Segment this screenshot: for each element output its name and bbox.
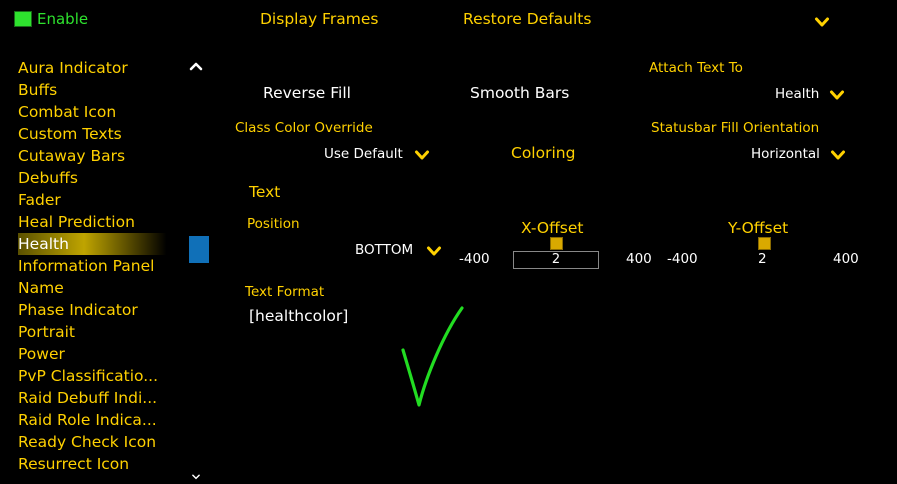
chevron-down-icon[interactable]	[830, 147, 846, 163]
sidebar-item-pvp-classification[interactable]: PvP Classificatio...	[18, 365, 213, 387]
class-color-override-dropdown[interactable]: Use Default	[324, 146, 403, 162]
text-format-label: Text Format	[245, 284, 325, 300]
x-offset-slider-thumb[interactable]	[550, 237, 563, 250]
text-section-heading: Text	[249, 183, 281, 201]
sidebar-item-aura-indicator[interactable]: Aura Indicator	[18, 57, 213, 79]
sidebar-item-heal-prediction[interactable]: Heal Prediction	[18, 211, 213, 233]
chevron-down-icon[interactable]	[426, 243, 442, 259]
text-format-input[interactable]: [healthcolor]	[249, 307, 348, 325]
sidebar-list: Aura Indicator Buffs Combat Icon Custom …	[18, 57, 213, 475]
x-offset-input[interactable]: 2	[513, 251, 599, 269]
display-frames-button[interactable]: Display Frames	[260, 10, 378, 28]
scrollbar-thumb[interactable]	[189, 236, 209, 263]
attach-text-to-label: Attach Text To	[649, 60, 743, 76]
x-offset-label: X-Offset	[521, 219, 584, 237]
sidebar-item-name[interactable]: Name	[18, 277, 213, 299]
sidebar-item-portrait[interactable]: Portrait	[18, 321, 213, 343]
sidebar-item-debuffs[interactable]: Debuffs	[18, 167, 213, 189]
x-offset-max: 400	[626, 251, 652, 267]
x-offset-min: -400	[459, 251, 490, 267]
sidebar-item-information-panel[interactable]: Information Panel	[18, 255, 213, 277]
statusbar-fill-orientation-label: Statusbar Fill Orientation	[651, 120, 820, 136]
chevron-down-icon[interactable]	[414, 147, 430, 163]
y-offset-min: -400	[667, 251, 698, 267]
y-offset-input[interactable]: 2	[758, 251, 767, 267]
sidebar-item-ready-check-icon[interactable]: Ready Check Icon	[18, 431, 213, 453]
y-offset-max: 400	[833, 251, 859, 267]
sidebar-item-raid-debuff-indicator[interactable]: Raid Debuff Indi...	[18, 387, 213, 409]
position-label: Position	[247, 216, 300, 232]
checkmark-icon	[401, 306, 464, 407]
reverse-fill-toggle[interactable]: Reverse Fill	[263, 84, 351, 102]
sidebar-item-custom-texts[interactable]: Custom Texts	[18, 123, 213, 145]
sidebar-item-power[interactable]: Power	[18, 343, 213, 365]
y-offset-slider-thumb[interactable]	[758, 237, 771, 250]
sidebar-item-raid-role-indicator[interactable]: Raid Role Indica...	[18, 409, 213, 431]
sidebar-item-fader[interactable]: Fader	[18, 189, 213, 211]
enable-checkbox[interactable]	[14, 11, 32, 27]
sidebar-item-resurrect-icon[interactable]: Resurrect Icon	[18, 453, 213, 475]
sidebar-item-health[interactable]: Health	[18, 233, 183, 255]
sidebar-item-phase-indicator[interactable]: Phase Indicator	[18, 299, 213, 321]
restore-defaults-button[interactable]: Restore Defaults	[463, 10, 591, 28]
class-color-override-label: Class Color Override	[235, 120, 373, 136]
sidebar-item-combat-icon[interactable]: Combat Icon	[18, 101, 213, 123]
sidebar-item-cutaway-bars[interactable]: Cutaway Bars	[18, 145, 213, 167]
position-dropdown[interactable]: BOTTOM	[355, 242, 413, 258]
statusbar-fill-orientation-dropdown[interactable]: Horizontal	[751, 146, 820, 162]
sidebar-item-buffs[interactable]: Buffs	[18, 79, 213, 101]
smooth-bars-toggle[interactable]: Smooth Bars	[470, 84, 569, 102]
attach-text-to-dropdown[interactable]: Health	[775, 86, 819, 102]
scroll-down-icon[interactable]	[188, 474, 204, 484]
y-offset-label: Y-Offset	[728, 219, 789, 237]
chevron-down-icon[interactable]	[829, 87, 845, 103]
enable-label[interactable]: Enable	[37, 10, 88, 28]
coloring-button[interactable]: Coloring	[511, 144, 575, 162]
scroll-up-icon[interactable]	[188, 58, 204, 74]
chevron-down-icon[interactable]	[814, 14, 830, 30]
